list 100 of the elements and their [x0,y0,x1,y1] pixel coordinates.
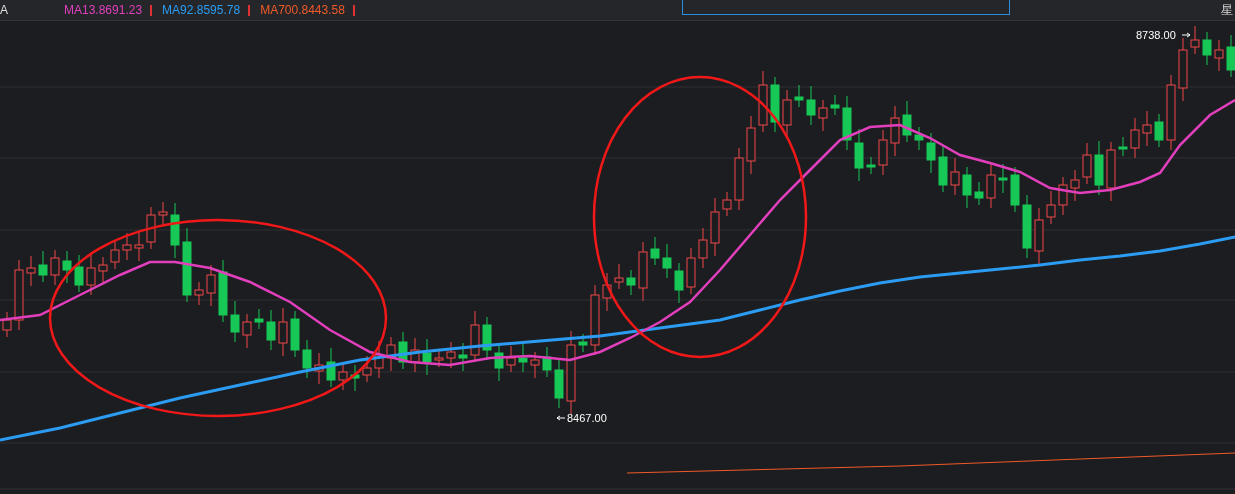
candlestick [110,239,120,270]
candlestick [158,201,168,226]
candlestick [1082,142,1092,185]
candlestick [986,162,996,209]
candlestick [770,76,780,133]
candlestick [398,331,408,370]
candlestick [1022,194,1032,259]
candlestick [278,307,288,357]
candlestick [218,259,228,323]
candlestick [326,347,336,388]
high-price-label: 8738.00 [1136,29,1176,41]
candlestick [386,336,396,372]
candlestick [686,247,696,295]
candlestick [782,89,792,139]
candlestick [254,308,264,330]
indicator-label: MA13.8691.23 [64,3,143,17]
candlestick [590,284,600,356]
candlestick [266,309,276,351]
candlestick [1130,117,1140,159]
candlestick [530,351,540,379]
indicator-label: MA92.8595.78 [162,3,241,17]
candlestick [1190,25,1200,55]
candlestick [434,349,444,368]
candlestick [998,163,1008,194]
candlestick [662,243,672,279]
candlestick [362,355,372,383]
candlestick [674,262,684,304]
candlestick [722,191,732,217]
candlestick [458,342,468,372]
candlestick [1202,31,1212,66]
candlestick [86,253,96,296]
candlestick [74,254,84,293]
candlestick [374,340,384,379]
input-field[interactable] [682,0,1010,15]
candlestick [146,206,156,250]
candlestick [230,300,240,343]
candlestick [698,227,708,269]
candlestick [506,345,516,373]
candlestick [422,338,432,376]
candlestick [830,94,840,116]
candlestick [14,259,24,331]
candlestick [1214,39,1224,72]
candlestick [746,115,756,175]
candlestick [794,84,804,108]
candlestick [38,250,48,283]
candlestick [710,197,720,257]
candlestick [890,105,900,157]
candlestick [902,100,912,143]
candlestick [1010,166,1020,213]
candlestick [62,250,72,284]
candlestick [614,263,624,290]
candlestick [410,337,420,373]
candlestick [1178,37,1188,102]
candlestick [290,310,300,358]
candlestick [350,364,360,392]
symbol-label: A [0,3,8,17]
candlestick [1034,207,1044,265]
candlestick [1226,34,1235,78]
candlestick [446,341,456,369]
candlestick [842,95,852,151]
candlestick [122,232,132,261]
candlestick [758,70,768,133]
candlestick [638,241,648,302]
leader-line [1181,32,1191,38]
leader-line [556,415,566,421]
candlestick [194,281,204,306]
candlestick [518,343,528,373]
candlestick [626,269,636,296]
candlestick [242,313,252,349]
candlestick [338,363,348,391]
indicator-label: MA700.8443.58 [260,3,345,17]
candlestick [962,166,972,209]
candlestick [650,236,660,266]
menu-label[interactable]: 星 [1221,1,1233,19]
candlestick [134,230,144,262]
candlestick [806,85,816,126]
candlestick [302,339,312,379]
candlestick [578,333,588,353]
candlestick [542,346,552,378]
candlestick [914,126,924,151]
candlestick [170,202,180,259]
candlestick [818,99,828,132]
candlestick [206,264,216,307]
candlestick [950,157,960,196]
candlestick [50,249,60,286]
candlestick [1094,140,1104,196]
candlestick [1046,190,1056,225]
candlestick [974,181,984,206]
candlestick [926,132,936,174]
candlestick [98,256,108,285]
candlestick [854,128,864,182]
candlestick [1118,136,1128,157]
candlestick [734,147,744,211]
candlestick [866,156,876,175]
candlestick [602,272,612,312]
candlestick [1058,176,1068,216]
candlestick [878,129,888,176]
candlestick [1154,113,1164,148]
candlestick [938,144,948,193]
candlestick [554,357,564,409]
